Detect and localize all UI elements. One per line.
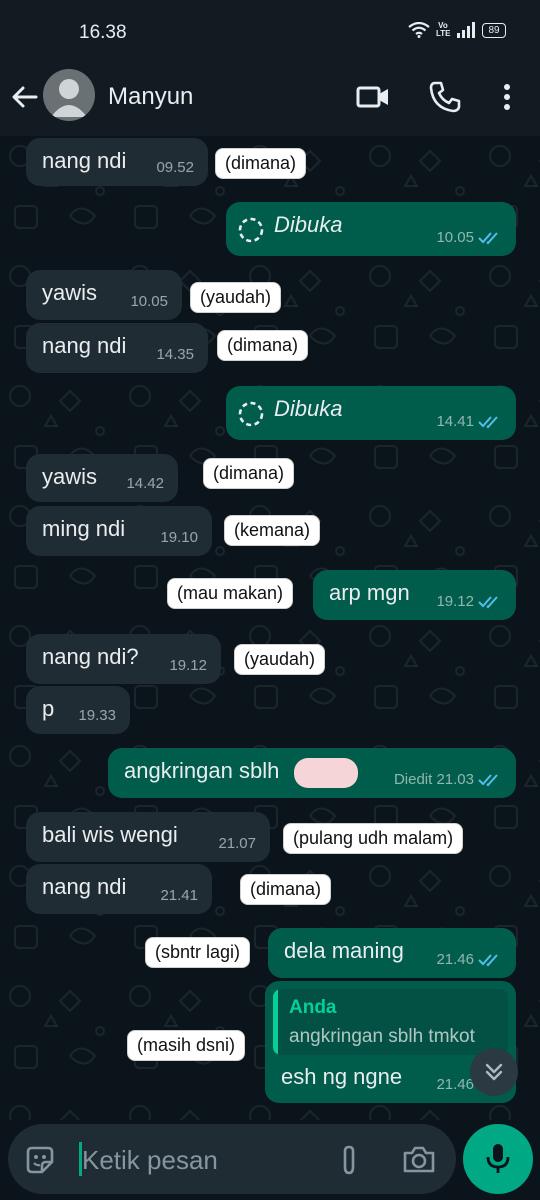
double-check-icon	[478, 595, 498, 608]
avatar[interactable]	[43, 69, 95, 121]
status-bar: 16.38 Vo LTE 89	[0, 0, 540, 62]
annotation-label: (dimana)	[240, 874, 332, 905]
quote-text: angkringan sblh tmkot	[289, 1026, 475, 1047]
message-text: bali wis wengi	[42, 822, 178, 847]
video-call-icon[interactable]	[356, 80, 390, 114]
double-check-icon	[478, 231, 498, 244]
message-incoming[interactable]: nang ndi 21.41	[26, 864, 212, 914]
message-meta: Diedit 21.03	[394, 771, 502, 788]
message-time: 14.41	[436, 413, 474, 430]
message-time: 19.12	[436, 593, 474, 610]
message-time: 21.46	[436, 1076, 474, 1093]
message-time: Diedit 21.03	[393, 771, 474, 788]
message-text: ming ndi	[42, 516, 126, 541]
back-arrow-icon[interactable]	[10, 82, 40, 112]
message-text: esh ng ngne	[281, 1064, 403, 1089]
message-text: Dibuka	[274, 396, 343, 421]
message-input[interactable]: Ketik pesan	[82, 1145, 218, 1176]
status-icons: Vo LTE 89	[408, 22, 506, 38]
message-outgoing-view-once[interactable]: Dibuka 10.05	[226, 202, 516, 256]
message-text: nang ndi	[42, 333, 127, 358]
message-incoming[interactable]: ming ndi 19.10	[26, 506, 212, 556]
attach-icon[interactable]	[338, 1144, 360, 1176]
message-incoming[interactable]: yawis 14.42	[26, 454, 178, 502]
message-time: 10.05	[130, 293, 168, 310]
annotation-label: (dimana)	[203, 458, 295, 489]
view-once-icon	[238, 217, 264, 243]
wifi-icon	[408, 22, 430, 38]
message-text: p	[42, 696, 55, 721]
message-outgoing-view-once[interactable]: Dibuka 14.41	[226, 386, 516, 440]
message-time: 09.52	[156, 159, 194, 176]
message-text: arp mgn	[329, 580, 410, 605]
message-meta: 19.12	[436, 593, 502, 610]
message-incoming[interactable]: p 19.33	[26, 686, 130, 734]
message-time: 21.07	[218, 835, 256, 852]
annotation-label: (sbntr lagi)	[145, 937, 251, 968]
message-time: 10.05	[436, 229, 474, 246]
quoted-message[interactable]: Anda angkringan sblh tmkot	[273, 989, 508, 1055]
annotation-label: (dimana)	[215, 148, 307, 179]
view-once-icon	[238, 401, 264, 427]
default-avatar-icon	[51, 79, 87, 117]
double-check-icon	[478, 415, 498, 428]
message-time: 19.33	[78, 707, 116, 724]
message-incoming[interactable]: nang ndi 14.35	[26, 323, 208, 373]
message-time: 21.46	[436, 951, 474, 968]
message-text: nang ndi	[42, 148, 127, 173]
contact-name[interactable]: Manyun	[108, 83, 193, 111]
mic-icon	[486, 1144, 510, 1173]
message-time: 19.10	[160, 529, 198, 546]
sticker-icon[interactable]	[24, 1144, 56, 1176]
chat-area[interactable]: nang ndi 09.52 (dimana) Dibuka 10.05 yaw…	[0, 136, 540, 1120]
message-text: nang ndi?	[42, 644, 139, 669]
annotation-label: (mau makan)	[167, 578, 294, 609]
message-composer: Ketik pesan	[0, 1120, 540, 1200]
message-time: 19.12	[169, 657, 207, 674]
message-outgoing[interactable]: arp mgn 19.12	[313, 570, 516, 620]
message-text: dela maning	[284, 938, 404, 963]
annotation-label: (masih dsni)	[127, 1030, 246, 1061]
signal-icon	[457, 22, 475, 38]
message-text: Dibuka	[274, 212, 343, 237]
redacted-text	[294, 758, 358, 788]
message-input-container[interactable]: Ketik pesan	[8, 1124, 456, 1194]
scroll-to-bottom-button[interactable]	[470, 1048, 518, 1096]
annotation-label: (kemana)	[224, 515, 321, 546]
message-time: 14.35	[156, 346, 194, 363]
message-outgoing[interactable]: dela maning 21.46	[268, 928, 516, 978]
battery-icon: 89	[482, 22, 506, 38]
annotation-label: (yaudah)	[190, 282, 282, 313]
message-incoming[interactable]: nang ndi 09.52	[26, 138, 208, 186]
camera-icon[interactable]	[402, 1144, 436, 1174]
message-incoming[interactable]: bali wis wengi 21.07	[26, 812, 270, 862]
double-check-icon	[478, 953, 498, 966]
quote-author: Anda	[289, 997, 337, 1018]
volte-indicator: Vo LTE	[436, 21, 451, 38]
annotation-label: (yaudah)	[234, 644, 326, 675]
status-time: 16.38	[79, 22, 127, 43]
message-time: 21.41	[160, 887, 198, 904]
message-text: nang ndi	[42, 874, 127, 899]
message-meta: 21.46	[436, 951, 502, 968]
double-check-icon	[478, 773, 498, 786]
phone-icon[interactable]	[428, 80, 462, 114]
annotation-label: (pulang udh malam)	[283, 823, 464, 854]
message-meta: 14.41	[436, 413, 502, 430]
message-incoming[interactable]: nang ndi? 19.12	[26, 634, 221, 684]
message-meta: 10.05	[436, 229, 502, 246]
message-text: yawis	[42, 280, 98, 305]
voice-record-button[interactable]	[463, 1124, 533, 1194]
message-time: 14.42	[126, 475, 164, 492]
annotation-label: (dimana)	[217, 330, 309, 361]
chat-header: Manyun	[0, 62, 540, 136]
more-vert-icon[interactable]	[495, 80, 519, 114]
message-text: yawis	[42, 464, 98, 489]
message-outgoing-edited[interactable]: angkringan sblh Diedit 21.03	[108, 748, 516, 798]
message-text: angkringan sblh	[124, 758, 280, 783]
quote-bar	[273, 989, 278, 1055]
message-incoming[interactable]: yawis 10.05	[26, 270, 182, 320]
double-chevron-down-icon	[485, 1063, 503, 1081]
